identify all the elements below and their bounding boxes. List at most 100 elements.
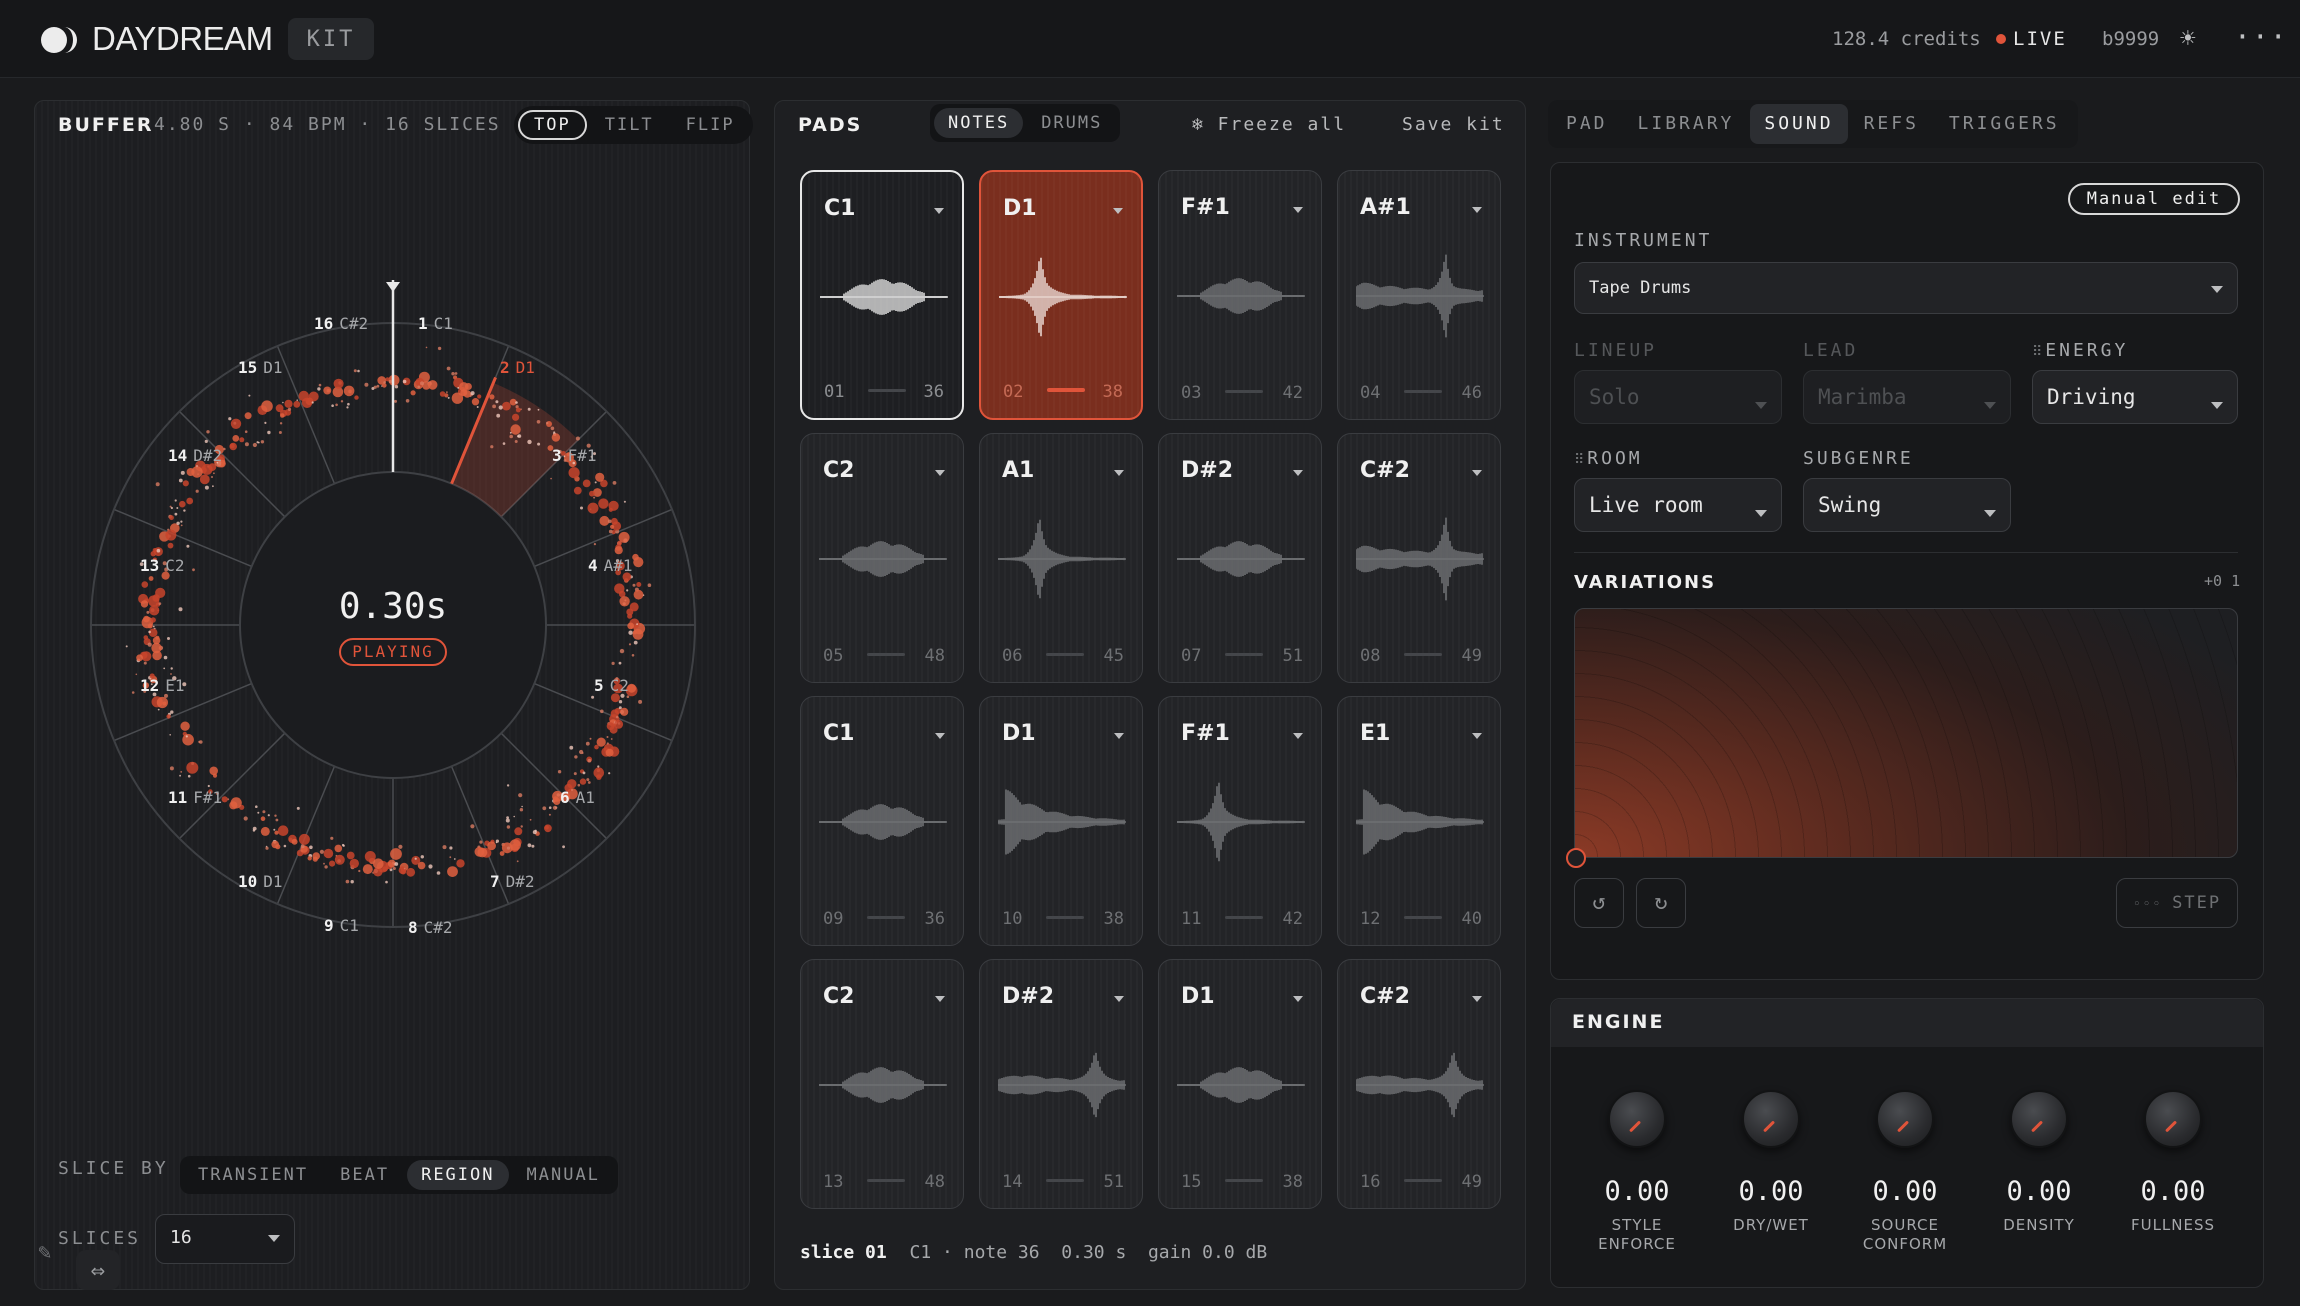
engine-knob-1[interactable] [1608,1090,1666,1148]
manual-edit-button[interactable]: Manual edit [2068,183,2240,215]
tab-sound[interactable]: SOUND [1750,104,1848,144]
slice-label-14[interactable]: 14 D#2 [168,446,222,465]
chevron-down-icon[interactable] [935,733,945,739]
pad-04[interactable]: A#1 04 46 [1337,170,1501,420]
pad-07[interactable]: D#2 07 51 [1158,433,1322,683]
variations-canvas[interactable] [1574,608,2238,858]
step-button[interactable]: ◦◦◦ STEP [2116,878,2238,928]
pad-08[interactable]: C#2 08 49 [1337,433,1501,683]
sun-icon[interactable]: ☀ [2180,24,2196,54]
waveform-particle [577,783,581,787]
tab-triggers[interactable]: TRIGGERS [1935,104,2074,144]
pad-13[interactable]: C2 13 48 [800,959,964,1209]
chevron-down-icon[interactable] [1114,733,1124,739]
chevron-down-icon[interactable] [1113,208,1123,214]
waveform-particle [319,849,324,854]
chevron-down-icon[interactable] [1293,207,1303,213]
slices-select[interactable]: 16 [155,1214,295,1264]
view-top[interactable]: TOP [518,110,587,140]
chevron-down-icon[interactable] [1293,733,1303,739]
engine-knob-2[interactable] [1742,1090,1800,1148]
slice-label-8[interactable]: 8 C#2 [408,918,453,937]
chevron-down-icon[interactable] [1472,996,1482,1002]
mode-badge[interactable]: KIT [288,18,374,60]
waveform-particle [180,771,183,773]
slice-label-11[interactable]: 11 F#1 [168,788,222,807]
pad-11[interactable]: F#1 11 42 [1158,696,1322,946]
chevron-down-icon[interactable] [1293,996,1303,1002]
pad-06[interactable]: A1 06 45 [979,433,1143,683]
pad-16[interactable]: C#2 16 49 [1337,959,1501,1209]
slice-label-4[interactable]: 4 A#1 [588,556,633,575]
slice-label-10[interactable]: 10 D1 [238,872,283,891]
slice-by-manual[interactable]: MANUAL [513,1160,614,1190]
slice-label-16[interactable]: 16 C#2 [314,314,368,333]
pad-14[interactable]: D#2 14 51 [979,959,1143,1209]
save-kit-button[interactable]: Save kit [1402,114,1505,135]
instrument-select[interactable]: Tape Drums [1574,262,2238,314]
waveform-particle [542,806,547,811]
pad-waveform [1177,541,1305,577]
slice-label-5[interactable]: 5 C2 [594,676,629,695]
live-status[interactable]: LIVE [2013,28,2067,50]
slice-label-2[interactable]: 2 D1 [500,358,535,377]
slice-label-1[interactable]: 1 C1 [418,314,453,333]
redo-icon[interactable]: ↻ [1636,878,1686,928]
slice-label-15[interactable]: 15 D1 [238,358,283,377]
slice-label-7[interactable]: 7 D#2 [490,872,535,891]
room-label: ⠿ROOM [1574,448,1643,469]
chevron-down-icon[interactable] [1472,733,1482,739]
more-icon[interactable]: ··· [2234,20,2288,53]
room-select[interactable]: Live room [1574,478,1782,532]
pad-waveform [1356,254,1484,338]
slice-label-13[interactable]: 13 C2 [140,556,185,575]
pad-01[interactable]: C1 01 36 [800,170,964,420]
waveform-particle [151,642,162,654]
move-horizontal-icon[interactable]: ⇔ [76,1250,120,1290]
waveform-particle [628,643,632,646]
slice-label-6[interactable]: 6 A1 [560,788,595,807]
slice-label-3[interactable]: 3 F#1 [552,446,597,465]
chevron-down-icon[interactable] [1472,207,1482,213]
chevron-down-icon[interactable] [935,996,945,1002]
pencil-icon[interactable]: ✎ [38,1240,51,1265]
view-tilt[interactable]: TILT [591,110,668,140]
pad-15[interactable]: D1 15 38 [1158,959,1322,1209]
subgenre-select[interactable]: Swing [1803,478,2011,532]
undo-icon[interactable]: ↺ [1574,878,1624,928]
mode-notes[interactable]: NOTES [934,108,1024,138]
tab-library[interactable]: LIBRARY [1624,104,1749,144]
pad-12[interactable]: E1 12 40 [1337,696,1501,946]
pad-03[interactable]: F#1 03 42 [1158,170,1322,420]
chevron-down-icon[interactable] [934,208,944,214]
slice-by-transient[interactable]: TRANSIENT [184,1160,322,1190]
slice-label-9[interactable]: 9 C1 [324,916,359,935]
slice-by-region[interactable]: REGION [407,1160,509,1190]
engine-knob-4[interactable] [2010,1090,2068,1148]
chevron-down-icon [1755,402,1767,409]
waveform-particle [509,434,513,439]
mode-drums[interactable]: DRUMS [1027,108,1116,138]
energy-select[interactable]: Driving [2032,370,2238,424]
tab-pad[interactable]: PAD [1552,104,1622,144]
chevron-down-icon[interactable] [1114,996,1124,1002]
pad-05[interactable]: C2 05 48 [800,433,964,683]
freeze-all-button[interactable]: ❄ Freeze all [1192,114,1346,135]
chevron-down-icon[interactable] [1293,470,1303,476]
variation-point-handle[interactable] [1566,848,1586,868]
user-id[interactable]: b9999 [2102,28,2159,50]
engine-knob-3[interactable] [1876,1090,1934,1148]
tab-refs[interactable]: REFS [1850,104,1933,144]
view-flip[interactable]: FLIP [672,110,749,140]
pad-09[interactable]: C1 09 36 [800,696,964,946]
pad-10[interactable]: D1 10 38 [979,696,1143,946]
waveform-particle [477,847,488,858]
waveform-particle [410,390,416,396]
pad-02[interactable]: D1 02 38 [979,170,1143,420]
slice-by-beat[interactable]: BEAT [326,1160,403,1190]
chevron-down-icon[interactable] [1114,470,1124,476]
chevron-down-icon[interactable] [935,470,945,476]
slice-label-12[interactable]: 12 E1 [140,676,185,695]
chevron-down-icon[interactable] [1472,470,1482,476]
engine-knob-5[interactable] [2144,1090,2202,1148]
